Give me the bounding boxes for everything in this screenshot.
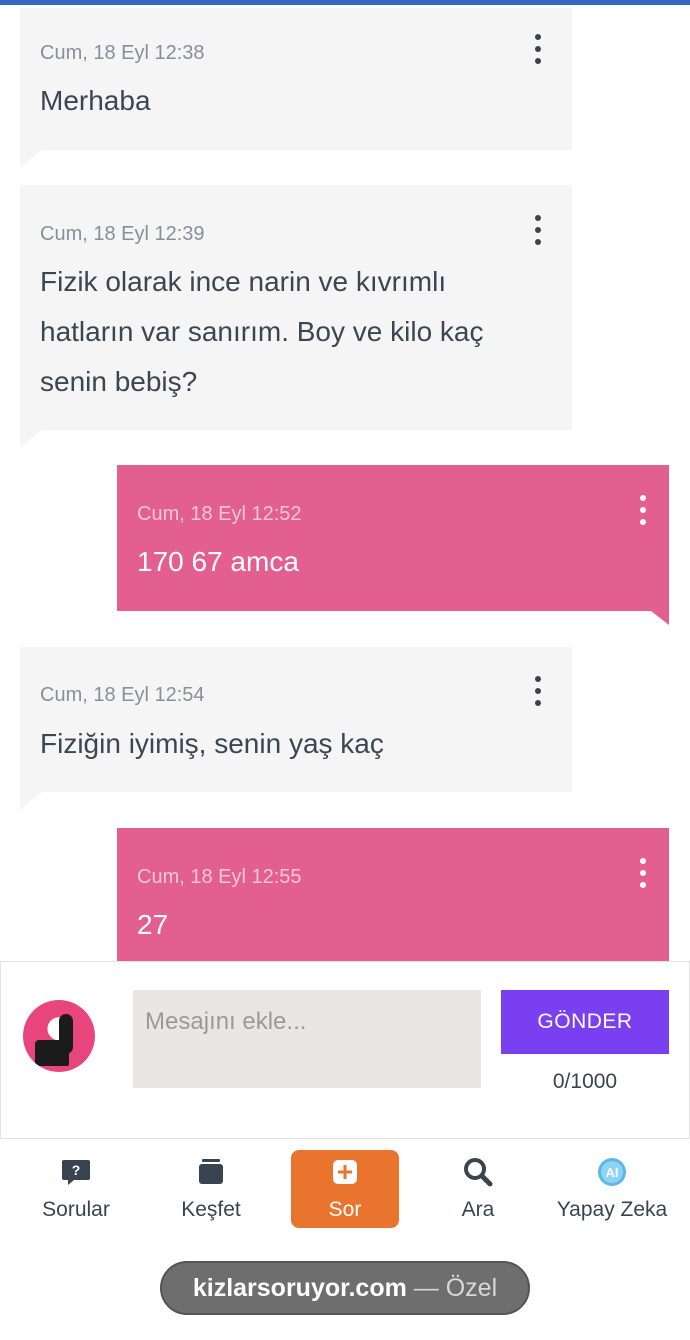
tab-label: Yapay Zeka [556, 1198, 668, 1221]
tab-ara[interactable]: Ara [424, 1150, 532, 1228]
message-composer: GÖNDER 0/1000 [0, 961, 690, 1139]
site-domain: kizlarsoruyor.com [192, 1274, 407, 1302]
tab-label: Sorular [42, 1198, 110, 1221]
message-menu-icon[interactable] [528, 674, 548, 708]
message-text: Fizik olarak ince narin ve kıvrımlı hatl… [40, 266, 484, 397]
tab-label: Sor [328, 1198, 362, 1221]
tab-sor[interactable]: Sor [291, 1150, 399, 1228]
bottom-tab-bar: ? Sorular Keşfet Sor Ara AI Yapay Zeka [0, 1140, 690, 1240]
character-counter: 0/1000 [552, 1070, 618, 1093]
url-pill[interactable]: kizlarsoruyor.com — Özel [160, 1261, 530, 1315]
top-accent-bar [0, 0, 690, 5]
message-text: Merhaba [40, 85, 151, 116]
message-bubble-outgoing: Cum, 18 Eyl 12:52 170 67 amca [117, 465, 669, 625]
tab-sorular[interactable]: ? Sorular [22, 1150, 130, 1228]
message-timestamp: Cum, 18 Eyl 12:54 [40, 684, 205, 706]
tab-yapay-zeka[interactable]: AI Yapay Zeka [557, 1150, 667, 1228]
message-menu-icon[interactable] [633, 856, 653, 890]
message-text: 170 67 amca [137, 546, 299, 577]
bubble-tail [20, 792, 42, 810]
tab-label: Ara [461, 1198, 495, 1221]
message-timestamp: Cum, 18 Eyl 12:52 [137, 503, 302, 525]
message-bubble-outgoing: Cum, 18 Eyl 12:55 27 [117, 828, 669, 988]
message-text: Fiziğin iyimiş, senin yaş kaç [40, 728, 384, 759]
message-bubble-incoming: Cum, 18 Eyl 12:39 Fizik olarak ince nari… [20, 185, 572, 448]
bubble-tail [20, 150, 42, 168]
message-menu-icon[interactable] [528, 32, 548, 66]
message-timestamp: Cum, 18 Eyl 12:38 [40, 42, 205, 64]
message-timestamp: Cum, 18 Eyl 12:55 [137, 866, 302, 888]
stack-icon [199, 1159, 223, 1184]
message-menu-icon[interactable] [633, 493, 653, 527]
message-menu-icon[interactable] [528, 213, 548, 247]
send-button[interactable]: GÖNDER [501, 990, 669, 1054]
bubble-tail [20, 430, 42, 448]
ai-icon: AI [598, 1158, 626, 1186]
bubble-tail [651, 611, 669, 625]
svg-text:AI: AI [606, 1165, 619, 1180]
tab-kesfet[interactable]: Keşfet [157, 1150, 265, 1228]
message-bubble-incoming: Cum, 18 Eyl 12:54 Fiziğin iyimiş, senin … [20, 647, 572, 810]
message-input[interactable] [133, 990, 481, 1088]
avatar[interactable] [23, 1000, 95, 1072]
svg-text:?: ? [72, 1162, 81, 1178]
message-text: 27 [137, 909, 169, 940]
plus-icon [333, 1160, 357, 1184]
message-timestamp: Cum, 18 Eyl 12:39 [40, 223, 205, 245]
question-bubble-icon: ? [62, 1160, 90, 1185]
message-bubble-incoming: Cum, 18 Eyl 12:38 Merhaba [20, 8, 572, 168]
tab-label: Keşfet [181, 1198, 241, 1221]
separator: — [413, 1274, 439, 1302]
privacy-label: Özel [445, 1274, 498, 1302]
search-icon [464, 1158, 493, 1187]
